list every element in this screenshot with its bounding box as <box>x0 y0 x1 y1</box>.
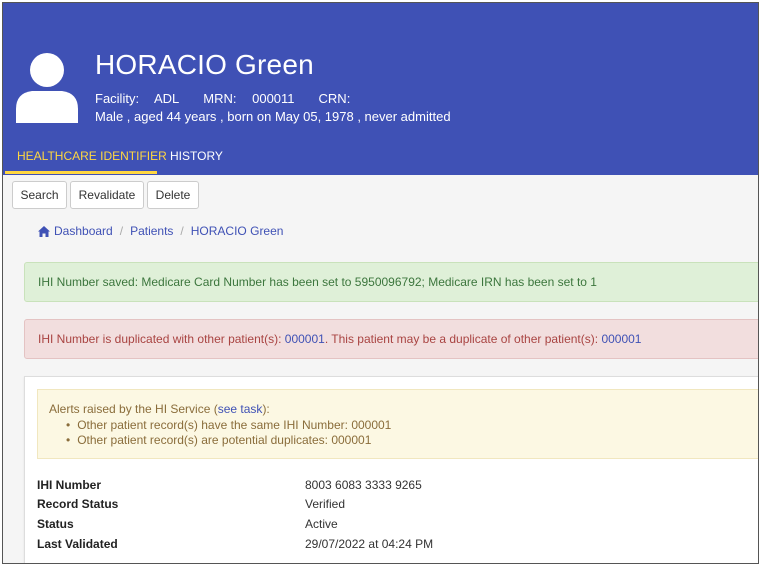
list-item: Other patient record(s) have the same IH… <box>66 418 758 433</box>
patient-name: HORACIO Green <box>95 49 314 80</box>
detail-label: Record Status <box>37 497 119 511</box>
duplicate-alert: IHI Number is duplicated with other pati… <box>24 319 758 359</box>
facility-label: Facility: <box>95 91 140 106</box>
see-task-link[interactable]: see task <box>218 402 263 416</box>
hi-service-alerts: Alerts raised by the HI Service (see tas… <box>37 389 758 459</box>
tab-history[interactable]: HISTORY <box>170 149 223 163</box>
breadcrumb-current-patient[interactable]: HORACIO Green <box>191 224 284 238</box>
mrn-value: 000011 <box>252 91 295 106</box>
mrn-text: MRN: 000011 <box>203 91 306 106</box>
facility-text: Facility: ADL <box>95 91 191 106</box>
patient-header: HORACIO Green Facility: ADL MRN: 000011 CR… <box>3 3 758 175</box>
person-avatar-icon <box>16 53 78 123</box>
hi-service-alert-list: Other patient record(s) have the same IH… <box>49 418 758 448</box>
home-icon[interactable] <box>38 225 50 237</box>
detail-value: 29/07/2022 at 04:24 PM <box>305 537 434 551</box>
breadcrumb-separator: / <box>180 224 184 238</box>
crn-label: CRN: <box>318 91 351 106</box>
revalidate-button[interactable]: Revalidate <box>70 181 144 209</box>
mrn-label: MRN: <box>203 91 237 106</box>
detail-label: IHI Number <box>37 478 102 492</box>
duplicate-alert-middle: . This patient may be a duplicate of oth… <box>324 332 602 346</box>
detail-value: Active <box>305 517 338 531</box>
tab-healthcare-identifier[interactable]: HEALTHCARE IDENTIFIER <box>17 149 167 163</box>
breadcrumb: Dashboard / Patients / HORACIO Green <box>38 224 283 238</box>
detail-value: Verified <box>305 497 346 511</box>
duplicate-alert-prefix: IHI Number is duplicated with other pati… <box>38 332 285 346</box>
breadcrumb-separator: / <box>119 224 124 238</box>
breadcrumb-dashboard[interactable]: Dashboard <box>54 224 113 238</box>
facility-value: ADL <box>153 91 180 106</box>
search-button[interactable]: Search <box>12 181 67 209</box>
active-tab-indicator <box>5 171 157 174</box>
app-frame: HORACIO Green Facility: ADL MRN: 000011 CR… <box>2 2 759 564</box>
list-item: Other patient record(s) are potential du… <box>66 433 758 448</box>
hi-service-intro: Alerts raised by the HI Service (see tas… <box>49 402 758 416</box>
potential-duplicate-link[interactable]: 000001 <box>601 332 641 346</box>
detail-label: Status <box>37 517 74 531</box>
ihi-details-card: Alerts raised by the HI Service (see tas… <box>24 376 758 563</box>
detail-label: Last Validated <box>37 537 118 551</box>
patient-identifiers: Facility: ADL MRN: 000011 CRN: <box>95 91 362 106</box>
detail-value: 8003 6083 3333 9265 <box>305 478 422 492</box>
delete-button[interactable]: Delete <box>147 181 199 209</box>
breadcrumb-patients[interactable]: Patients <box>130 224 173 238</box>
patient-summary: Male , aged 44 years , born on May 05, 1… <box>95 109 451 124</box>
duplicate-patient-link[interactable]: 000001 <box>285 332 325 346</box>
hi-service-intro-suffix: ): <box>262 402 270 416</box>
success-alert: IHI Number saved: Medicare Card Number h… <box>24 262 758 302</box>
hi-service-intro-prefix: Alerts raised by the HI Service ( <box>49 402 218 416</box>
